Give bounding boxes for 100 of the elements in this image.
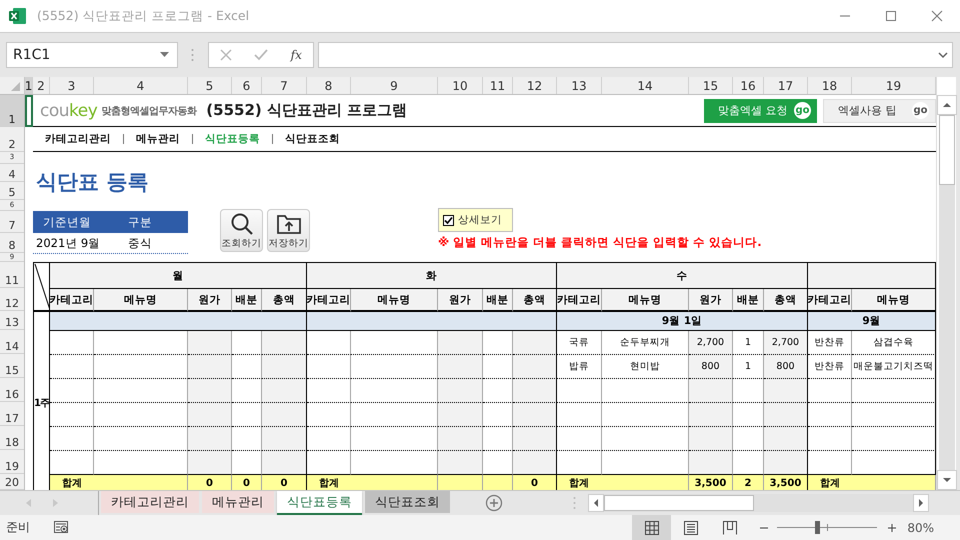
table-cell[interactable] [808, 427, 852, 451]
table-cell[interactable]: 밥류 [557, 355, 602, 379]
table-cell[interactable] [188, 355, 232, 379]
vertical-scrollbar[interactable] [936, 77, 956, 490]
name-box[interactable]: R1C1 [6, 42, 178, 68]
type-field[interactable]: 중식 [128, 236, 188, 250]
check-icon[interactable] [254, 49, 268, 61]
column-header[interactable]: 1 [25, 77, 33, 94]
table-cell[interactable] [50, 403, 94, 427]
month-field[interactable]: 2021년 9월 [33, 236, 128, 250]
insert-function-button[interactable]: fx [290, 48, 302, 62]
scroll-down-icon[interactable] [936, 470, 956, 490]
table-cell[interactable] [689, 403, 733, 427]
row-header[interactable]: 5 [0, 182, 24, 200]
table-cell[interactable]: 반찬류 [808, 355, 852, 379]
add-sheet-icon[interactable] [485, 494, 503, 512]
table-cell[interactable] [188, 427, 232, 451]
table-cell[interactable] [764, 379, 808, 403]
column-header[interactable]: 5 [188, 77, 232, 94]
table-cell[interactable] [188, 379, 232, 403]
column-header[interactable]: 8 [307, 77, 351, 94]
table-cell[interactable] [808, 403, 852, 427]
chevron-down-icon[interactable] [938, 52, 948, 58]
table-cell[interactable]: 반찬류 [808, 331, 852, 355]
table-cell[interactable] [764, 403, 808, 427]
table-cell[interactable] [689, 379, 733, 403]
row-header[interactable]: 8 [0, 233, 24, 253]
table-cell[interactable] [307, 379, 351, 403]
table-cell[interactable] [50, 355, 94, 379]
row-header[interactable]: 17 [0, 402, 24, 426]
sheet-tab[interactable]: 메뉴관리 [202, 491, 274, 513]
date-cell[interactable] [50, 312, 307, 331]
table-cell[interactable] [307, 355, 351, 379]
column-header[interactable]: 7 [262, 77, 307, 94]
scroll-right-icon[interactable] [913, 494, 929, 512]
table-cell[interactable] [307, 403, 351, 427]
table-cell[interactable] [557, 427, 602, 451]
table-cell[interactable] [50, 331, 94, 355]
table-cell[interactable]: 2,700 [689, 331, 733, 355]
zoom-slider[interactable] [777, 521, 878, 534]
table-cell[interactable] [557, 379, 602, 403]
table-cell[interactable] [50, 427, 94, 451]
date-cell[interactable]: 9월 1일 [557, 312, 808, 331]
column-header[interactable]: 3 [50, 77, 94, 94]
column-header[interactable]: 4 [94, 77, 188, 94]
row-header[interactable]: 15 [0, 354, 24, 378]
table-cell[interactable] [188, 451, 232, 475]
scroll-up-icon[interactable] [936, 95, 956, 115]
table-cell[interactable] [808, 379, 852, 403]
column-header[interactable]: 13 [557, 77, 602, 94]
table-cell[interactable] [438, 427, 483, 451]
scroll-left-icon[interactable] [588, 494, 604, 512]
row-header[interactable]: 18 [0, 426, 24, 450]
table-cell[interactable] [513, 451, 557, 475]
table-cell[interactable] [307, 427, 351, 451]
row-header[interactable]: 19 [0, 450, 24, 474]
row-header[interactable]: 13 [0, 311, 24, 330]
row-header[interactable]: 11 [0, 262, 24, 288]
date-cell[interactable] [307, 312, 557, 331]
table-cell[interactable] [689, 451, 733, 475]
row-header[interactable]: 1 [0, 95, 24, 127]
column-header[interactable]: 12 [513, 77, 557, 94]
column-header[interactable]: 15 [689, 77, 733, 94]
sheet-tab[interactable]: 식단표조회 [365, 491, 450, 513]
column-header[interactable]: 17 [764, 77, 808, 94]
date-cell[interactable]: 9월 [808, 312, 936, 331]
nav-link[interactable]: 메뉴관리 [136, 132, 180, 146]
normal-view-button[interactable] [632, 515, 672, 540]
column-header[interactable]: 10 [438, 77, 483, 94]
sheet-tab[interactable]: 카테고리관리 [101, 491, 199, 513]
table-cell[interactable] [438, 403, 483, 427]
table-cell[interactable] [689, 427, 733, 451]
row-header[interactable]: 16 [0, 378, 24, 402]
macro-record-icon[interactable] [54, 521, 69, 534]
table-cell[interactable] [188, 403, 232, 427]
row-header[interactable]: 14 [0, 330, 24, 354]
table-cell[interactable] [307, 331, 351, 355]
column-header[interactable]: 16 [733, 77, 764, 94]
table-cell[interactable] [557, 403, 602, 427]
sheet-tab[interactable]: 식단표등록 [277, 491, 362, 515]
table-cell[interactable]: 800 [764, 355, 808, 379]
horizontal-scrollbar[interactable] [588, 494, 929, 512]
table-cell[interactable]: 2,700 [764, 331, 808, 355]
table-cell[interactable] [513, 427, 557, 451]
row-header[interactable]: 7 [0, 211, 24, 233]
zoom-in-icon[interactable] [887, 522, 898, 532]
zoom-level[interactable]: 80% [907, 520, 934, 534]
save-button[interactable]: 저장하기 [267, 209, 310, 252]
nav-link[interactable]: 카테고리관리 [45, 132, 111, 146]
table-cell[interactable] [438, 331, 483, 355]
column-header[interactable]: 14 [602, 77, 689, 94]
detail-view-checkbox[interactable]: 상세보기 [438, 208, 513, 232]
column-header[interactable]: 6 [232, 77, 262, 94]
row-header[interactable]: 4 [0, 164, 24, 182]
column-header[interactable]: 11 [483, 77, 513, 94]
row-header[interactable]: 2 [0, 127, 24, 152]
formula-input[interactable] [318, 42, 953, 68]
column-header[interactable]: 2 [33, 77, 50, 94]
table-cell[interactable] [513, 331, 557, 355]
table-cell[interactable]: 국류 [557, 331, 602, 355]
